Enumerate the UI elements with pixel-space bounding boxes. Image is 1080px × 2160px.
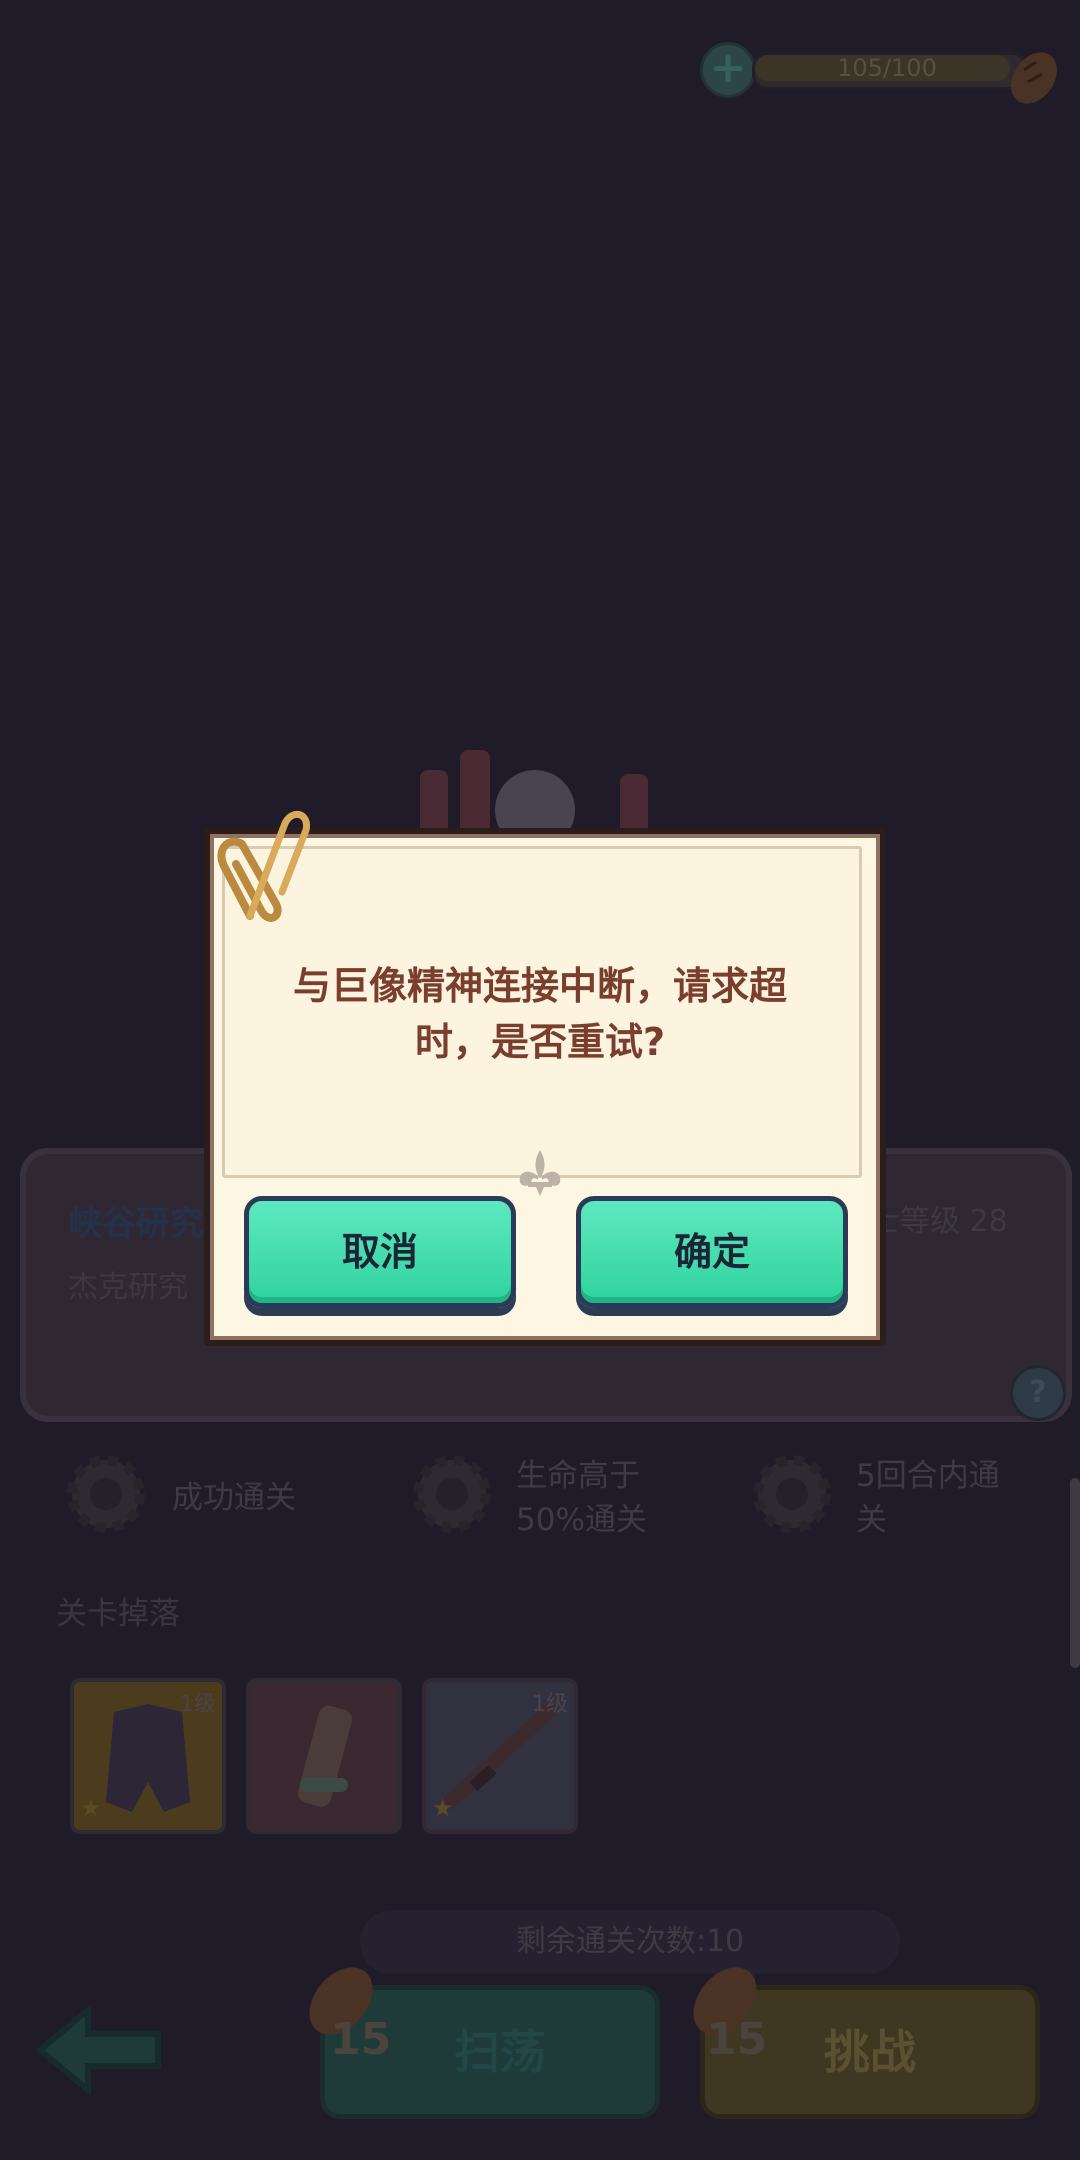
stage-title: 峡谷研究	[68, 1204, 204, 1244]
gear-icon	[67, 1455, 145, 1533]
cancel-button-label: 取消	[341, 1230, 418, 1274]
challenge-cost: 15	[706, 2014, 768, 2065]
gear-icon	[413, 1455, 491, 1533]
scroll-icon	[297, 1705, 353, 1807]
back-arrow-icon[interactable]	[30, 2000, 170, 2100]
sweep-label: 扫荡	[454, 2025, 546, 2079]
remaining-clears: 剩余通关次数:10	[360, 1910, 900, 1974]
scrollbar[interactable]	[1070, 1478, 1080, 1668]
drop-item-slot[interactable]	[246, 1678, 402, 1834]
stage-subtitle: 杰克研究	[68, 1270, 188, 1305]
sweep-cost: 15	[330, 2014, 392, 2065]
objective-3-label: 5回合内通 关	[856, 1458, 1000, 1538]
stage-level-label: 士等级 28	[870, 1204, 1008, 1239]
objective-2-label: 生命高于 50%通关	[516, 1458, 647, 1538]
add-energy-button[interactable]: +	[700, 42, 756, 98]
objective-1-label: 成功通关	[172, 1480, 296, 1516]
confirm-button[interactable]: 确定	[576, 1196, 848, 1308]
drop-item-level: 1级	[180, 1692, 216, 1717]
star-icon: ★	[432, 1794, 454, 1822]
dialog-message: 与巨像精神连接中断，请求超时，是否重试?	[292, 964, 787, 1064]
challenge-label: 挑战	[824, 2025, 916, 2079]
help-icon[interactable]: ?	[1010, 1365, 1066, 1421]
drops-section-label: 关卡掉落	[56, 1596, 180, 1632]
confirm-button-label: 确定	[673, 1230, 750, 1274]
star-icon: ★	[80, 1794, 102, 1822]
gear-icon	[753, 1455, 831, 1533]
fleur-de-lis-icon	[519, 1150, 561, 1196]
energy-value: 105/100	[837, 54, 937, 82]
drop-item-slot[interactable]: 1级 ★	[422, 1678, 578, 1834]
potion-bottles-decor	[420, 750, 648, 840]
bread-icon	[1011, 52, 1057, 104]
paperclip-icon	[217, 811, 310, 922]
drop-item-slot[interactable]: 1级 ★	[70, 1678, 226, 1834]
cancel-button[interactable]: 取消	[244, 1196, 516, 1308]
drop-item-level: 1级	[532, 1692, 568, 1717]
